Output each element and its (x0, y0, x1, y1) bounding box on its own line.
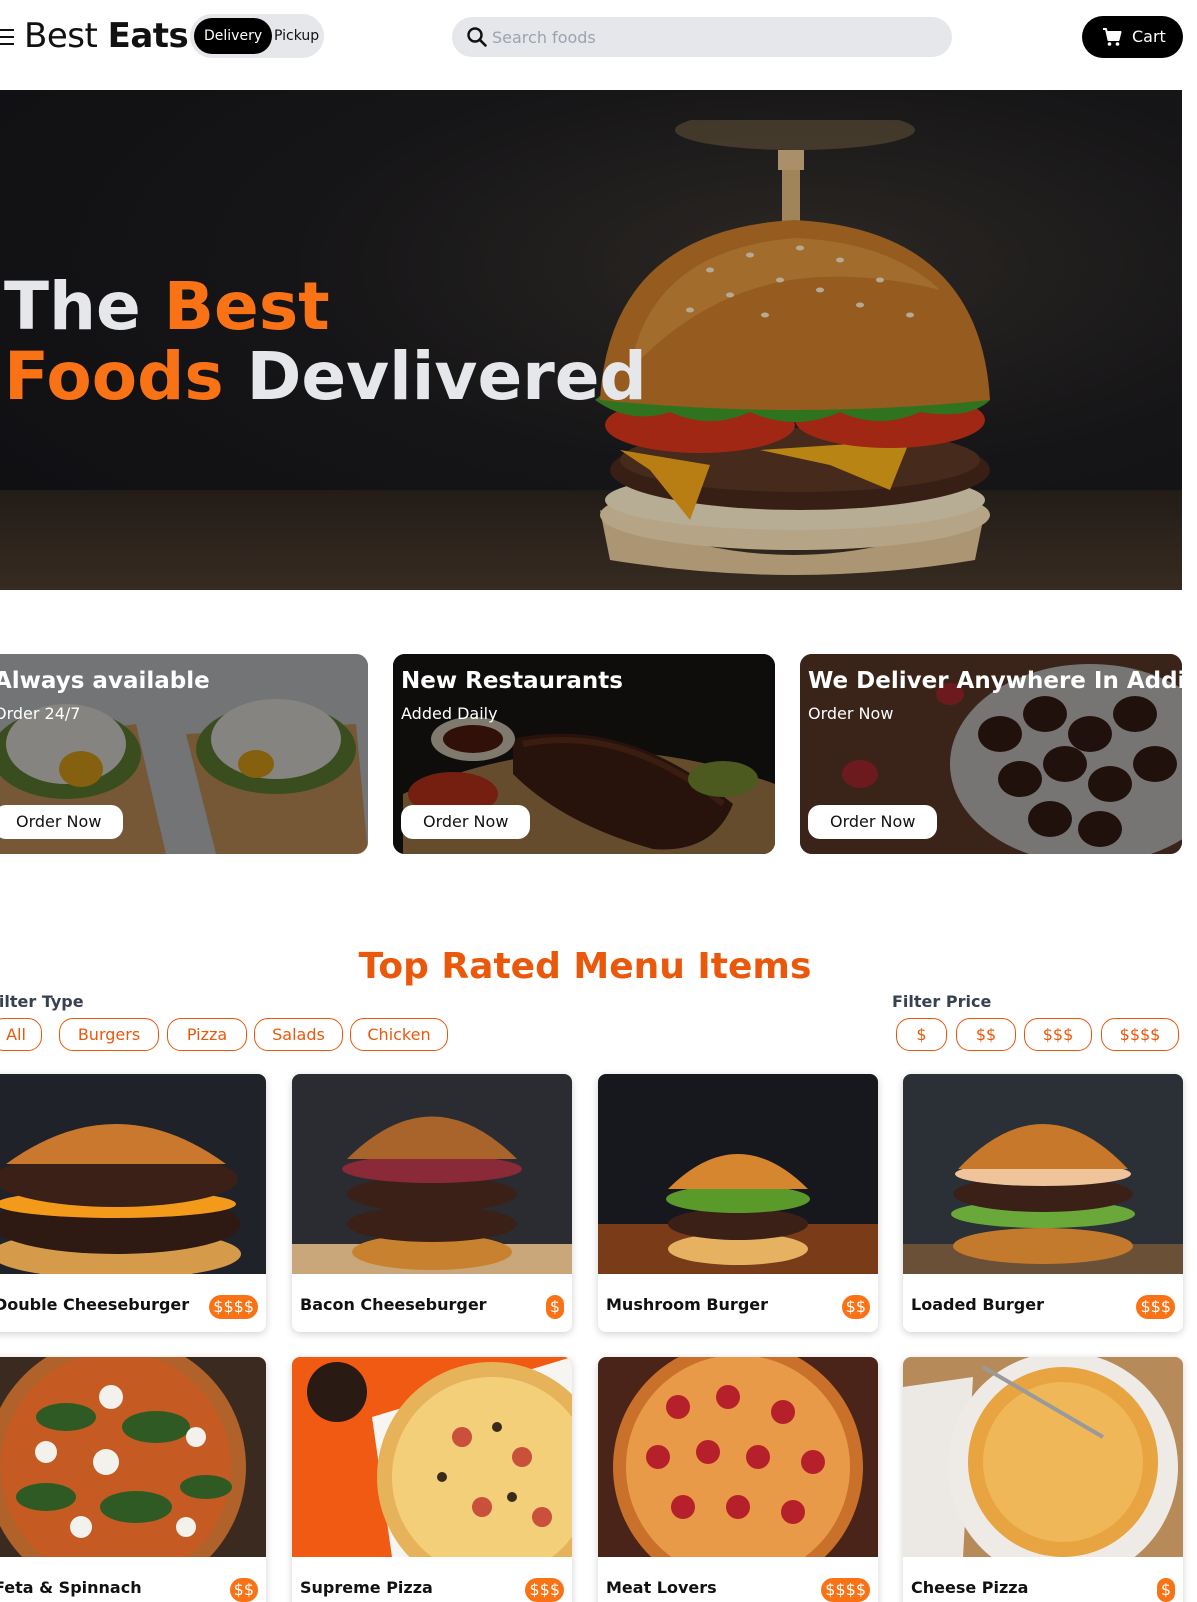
menu-item-card[interactable]: Meat Lovers $$$$ (598, 1357, 878, 1602)
item-name: Meat Lovers (606, 1578, 717, 1597)
meat-lovers-pizza-image (598, 1357, 878, 1557)
bacon-cheeseburger-image (292, 1074, 572, 1274)
cheese-pizza-image (903, 1357, 1183, 1557)
filter-type-label: Filter Type (0, 992, 84, 1011)
filter-price-4[interactable]: $$$$ (1101, 1018, 1179, 1051)
filter-type-chicken[interactable]: Chicken (350, 1018, 448, 1051)
promo-subtitle: Order Now (808, 704, 894, 723)
search-input[interactable] (492, 17, 932, 57)
logo-bold-text: Eats (107, 16, 189, 56)
hero-line1-accent: Best (163, 268, 330, 345)
top-navbar: Best Eats Delivery Pickup Cart (0, 0, 1197, 76)
promo-card-new-restaurants: New Restaurants Added Daily Order Now (393, 654, 775, 854)
order-now-button[interactable]: Order Now (0, 805, 124, 839)
hero-banner: The Best Foods Devlivered (0, 90, 1182, 590)
price-badge: $$$$ (821, 1578, 870, 1602)
promo-title: Always available (0, 668, 210, 694)
price-badge: $$ (229, 1578, 258, 1602)
loaded-burger-image (903, 1074, 1183, 1274)
menu-item-card[interactable]: Supreme Pizza $$$ (292, 1357, 572, 1602)
price-badge: $$$ (1136, 1295, 1175, 1319)
menu-item-card[interactable]: Mushroom Burger $$ (598, 1074, 878, 1332)
price-badge: $$ (841, 1295, 870, 1319)
item-name: Bacon Cheeseburger (300, 1295, 487, 1314)
hero-line2-white: Devlivered (223, 338, 647, 415)
double-cheeseburger-image (0, 1074, 266, 1274)
menu-item-card[interactable]: Bacon Cheeseburger $ (292, 1074, 572, 1332)
mushroom-burger-image (598, 1074, 878, 1274)
filter-price-label: Filter Price (892, 992, 992, 1011)
pickup-button[interactable]: Pickup (270, 18, 323, 54)
cart-label: Cart (1132, 27, 1166, 46)
promo-card-always-available: Always available Order 24/7 Order Now (0, 654, 368, 854)
item-name: Cheese Pizza (911, 1578, 1029, 1597)
section-title: Top Rated Menu Items (358, 946, 812, 987)
cart-icon (1103, 28, 1122, 46)
item-name: Mushroom Burger (606, 1295, 769, 1314)
price-badge: $$$ (525, 1578, 564, 1602)
delivery-button[interactable]: Delivery (194, 18, 273, 54)
filter-type-pizza[interactable]: Pizza (167, 1018, 247, 1051)
promo-subtitle: Order 24/7 (0, 704, 81, 723)
price-badge: $$$$ (209, 1295, 258, 1319)
menu-item-card[interactable]: Double Cheeseburger $$$$ (0, 1074, 266, 1332)
delivery-pickup-toggle: Delivery Pickup (190, 14, 324, 58)
menu-item-card[interactable]: Cheese Pizza $ (903, 1357, 1183, 1602)
item-name: Feta & Spinnach (0, 1578, 142, 1597)
hamburger-menu-icon[interactable] (0, 29, 14, 45)
filter-type-all[interactable]: All (0, 1018, 42, 1051)
filter-type-burgers[interactable]: Burgers (59, 1018, 159, 1051)
promo-title: We Deliver Anywhere In Addis (808, 668, 1182, 694)
item-name: Double Cheeseburger (0, 1295, 190, 1314)
hero-line1-white: The (4, 268, 164, 345)
supreme-pizza-image (292, 1357, 572, 1557)
search-icon (467, 27, 487, 47)
price-badge: $ (545, 1295, 564, 1319)
price-badge: $ (1156, 1578, 1175, 1602)
menu-item-card[interactable]: Loaded Burger $$$ (903, 1074, 1183, 1332)
feta-spinach-pizza-image (0, 1357, 266, 1557)
filter-type-salads[interactable]: Salads (254, 1018, 343, 1051)
filter-price-3[interactable]: $$$ (1024, 1018, 1092, 1051)
logo[interactable]: Best Eats (24, 16, 189, 56)
promo-title: New Restaurants (401, 668, 623, 694)
hero-headline: The Best Foods Devlivered (4, 272, 647, 412)
item-name: Loaded Burger (911, 1295, 1044, 1314)
promo-subtitle: Added Daily (401, 704, 498, 723)
filter-price-2[interactable]: $$ (956, 1018, 1016, 1051)
order-now-button[interactable]: Order Now (401, 805, 531, 839)
search-bar (452, 17, 952, 57)
cart-button[interactable]: Cart (1082, 16, 1183, 58)
order-now-button[interactable]: Order Now (808, 805, 938, 839)
logo-light-text: Best (24, 16, 98, 56)
promo-card-deliver-anywhere: We Deliver Anywhere In Addis Order Now O… (800, 654, 1182, 854)
menu-item-card[interactable]: Feta & Spinnach $$ (0, 1357, 266, 1602)
page: Best Eats Delivery Pickup Cart (0, 0, 1197, 1602)
filter-price-1[interactable]: $ (896, 1018, 947, 1051)
hero-line2-accent: Foods (4, 338, 224, 415)
item-name: Supreme Pizza (300, 1578, 433, 1597)
